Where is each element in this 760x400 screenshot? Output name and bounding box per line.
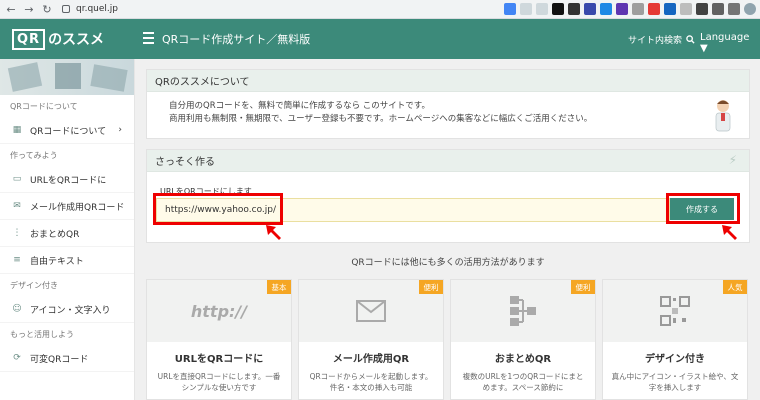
share-icon[interactable] <box>520 3 532 15</box>
site-title: QRコード作成サイト／無料版 <box>162 33 311 46</box>
qr-code-icon <box>660 296 690 326</box>
address-text: qr.quel.jp <box>76 4 118 14</box>
arrow-annotation-icon <box>266 225 281 240</box>
feature-badge: 便利 <box>419 280 443 294</box>
site-search-button[interactable]: サイト内検索 <box>628 33 695 46</box>
feature-card-url[interactable]: http:// 基本 URLをQRコードに URLを直接QRコードにします。一番… <box>146 279 292 400</box>
sidebar-banner-image <box>0 59 134 95</box>
mail-icon: ✉ <box>13 201 21 211</box>
chevron-right-icon: › <box>118 125 122 135</box>
browser-window-icon: ▭ <box>12 174 22 184</box>
extension-icon[interactable] <box>600 3 612 15</box>
star-icon[interactable] <box>536 3 548 15</box>
guide-person-illustration <box>715 100 731 132</box>
sidebar-item-variable[interactable]: ⟳ 可変QRコード <box>0 345 134 372</box>
language-selector[interactable]: Language ▼ <box>700 32 760 54</box>
url-input-highlight <box>153 193 283 225</box>
address-bar[interactable]: qr.quel.jp <box>62 2 482 17</box>
site-logo[interactable]: QR のススメ <box>0 19 135 59</box>
mail-icon <box>356 300 386 322</box>
extension-icon[interactable] <box>632 3 644 15</box>
extension-icon[interactable] <box>680 3 692 15</box>
back-icon[interactable]: ← <box>4 2 18 16</box>
puzzle-icon[interactable] <box>712 3 724 15</box>
sidebar-section-label: 作ってみよう <box>0 144 134 166</box>
sidebar-icon[interactable] <box>728 3 740 15</box>
sidebar: QRコードについて ▦ QRコードについて › 作ってみよう ▭ URLをQRコ… <box>0 59 135 400</box>
extension-icon[interactable] <box>616 3 628 15</box>
sidebar-item-icon[interactable]: ☺ アイコン・文字入り <box>0 296 134 323</box>
sidebar-section-label: もっと活用しよう <box>0 323 134 345</box>
feature-description: 複数のURLを1つのQRコードにまとめます。スペース節約に <box>462 372 584 392</box>
tree-icon <box>510 296 536 326</box>
extension-icon[interactable] <box>584 3 596 15</box>
extension-icon[interactable] <box>568 3 580 15</box>
sidebar-item-bundle[interactable]: ⋮ おまとめQR <box>0 220 134 247</box>
forward-icon[interactable]: → <box>22 2 36 16</box>
extension-icon[interactable] <box>552 3 564 15</box>
browser-toolbar: ← → ↻ qr.quel.jp <box>0 0 760 19</box>
extension-icon[interactable] <box>648 3 660 15</box>
feature-badge: 人気 <box>723 280 747 294</box>
smiley-icon: ☺ <box>12 304 22 314</box>
feature-card-mail[interactable]: 便利 メール作成用QR QRコードからメールを起動します。件名・本文の挿入も可能 <box>298 279 444 400</box>
feature-badge: 便利 <box>571 280 595 294</box>
google-icon[interactable] <box>504 3 516 15</box>
tree-icon: ⋮ <box>12 228 22 238</box>
text-lines-icon: ≡ <box>13 255 21 265</box>
about-description: 自分用のQRコードを、無料で簡単に作成するなら このサイトです。 商用利用も無制… <box>169 101 593 124</box>
create-title: さっそく作る <box>147 150 749 172</box>
hamburger-menu-icon[interactable] <box>143 32 154 44</box>
feature-title: メール作成用QR <box>332 354 410 365</box>
feature-title: URLをQRコードに <box>174 354 264 365</box>
profile-avatar[interactable] <box>744 3 756 15</box>
grid-icon: ▦ <box>12 125 22 135</box>
sidebar-section-label: QRコードについて <box>0 95 134 117</box>
site-header: QR のススメ QRコード作成サイト／無料版 サイト内検索 Language ▼ <box>0 19 760 59</box>
feature-card-design[interactable]: 人気 デザイン付き 真ん中にアイコン・イラスト絵や、文字を挿入します <box>602 279 748 400</box>
uses-section-title: QRコードには他にも多くの活用方法があります <box>351 258 545 268</box>
reload-icon[interactable]: ↻ <box>40 2 54 16</box>
about-title: QRのススメについて <box>147 70 749 92</box>
lightning-icon: ⚡ <box>728 153 737 167</box>
extension-icon[interactable] <box>696 3 708 15</box>
feature-title: おまとめQR <box>494 354 552 365</box>
search-icon <box>686 35 695 44</box>
sidebar-item-mail[interactable]: ✉ メール作成用QRコード <box>0 193 134 220</box>
arrow-annotation-icon <box>722 225 737 240</box>
about-card: QRのススメについて 自分用のQRコードを、無料で簡単に作成するなら このサイト… <box>146 69 750 139</box>
feature-title: デザイン付き <box>645 354 705 365</box>
feature-description: URLを直接QRコードにします。一番シンプルな使い方です <box>157 372 281 392</box>
feature-description: 真ん中にアイコン・イラスト絵や、文字を挿入します <box>611 372 739 392</box>
lock-icon <box>62 5 70 13</box>
feature-description: QRコードからメールを起動します。件名・本文の挿入も可能 <box>309 372 433 392</box>
extension-icon[interactable] <box>664 3 676 15</box>
sidebar-item-text[interactable]: ≡ 自由テキスト <box>0 247 134 274</box>
sidebar-item-url[interactable]: ▭ URLをQRコードに <box>0 166 134 193</box>
feature-card-bundle[interactable]: 便利 おまとめQR 複数のURLを1つのQRコードにまとめます。スペース節約に <box>450 279 596 400</box>
refresh-icon: ⟳ <box>13 353 21 363</box>
extension-icons <box>504 3 756 15</box>
sidebar-item-about[interactable]: ▦ QRコードについて › <box>0 117 134 144</box>
feature-badge: 基本 <box>267 280 291 294</box>
create-button-highlight <box>666 193 740 224</box>
sidebar-section-label: デザイン付き <box>0 274 134 296</box>
